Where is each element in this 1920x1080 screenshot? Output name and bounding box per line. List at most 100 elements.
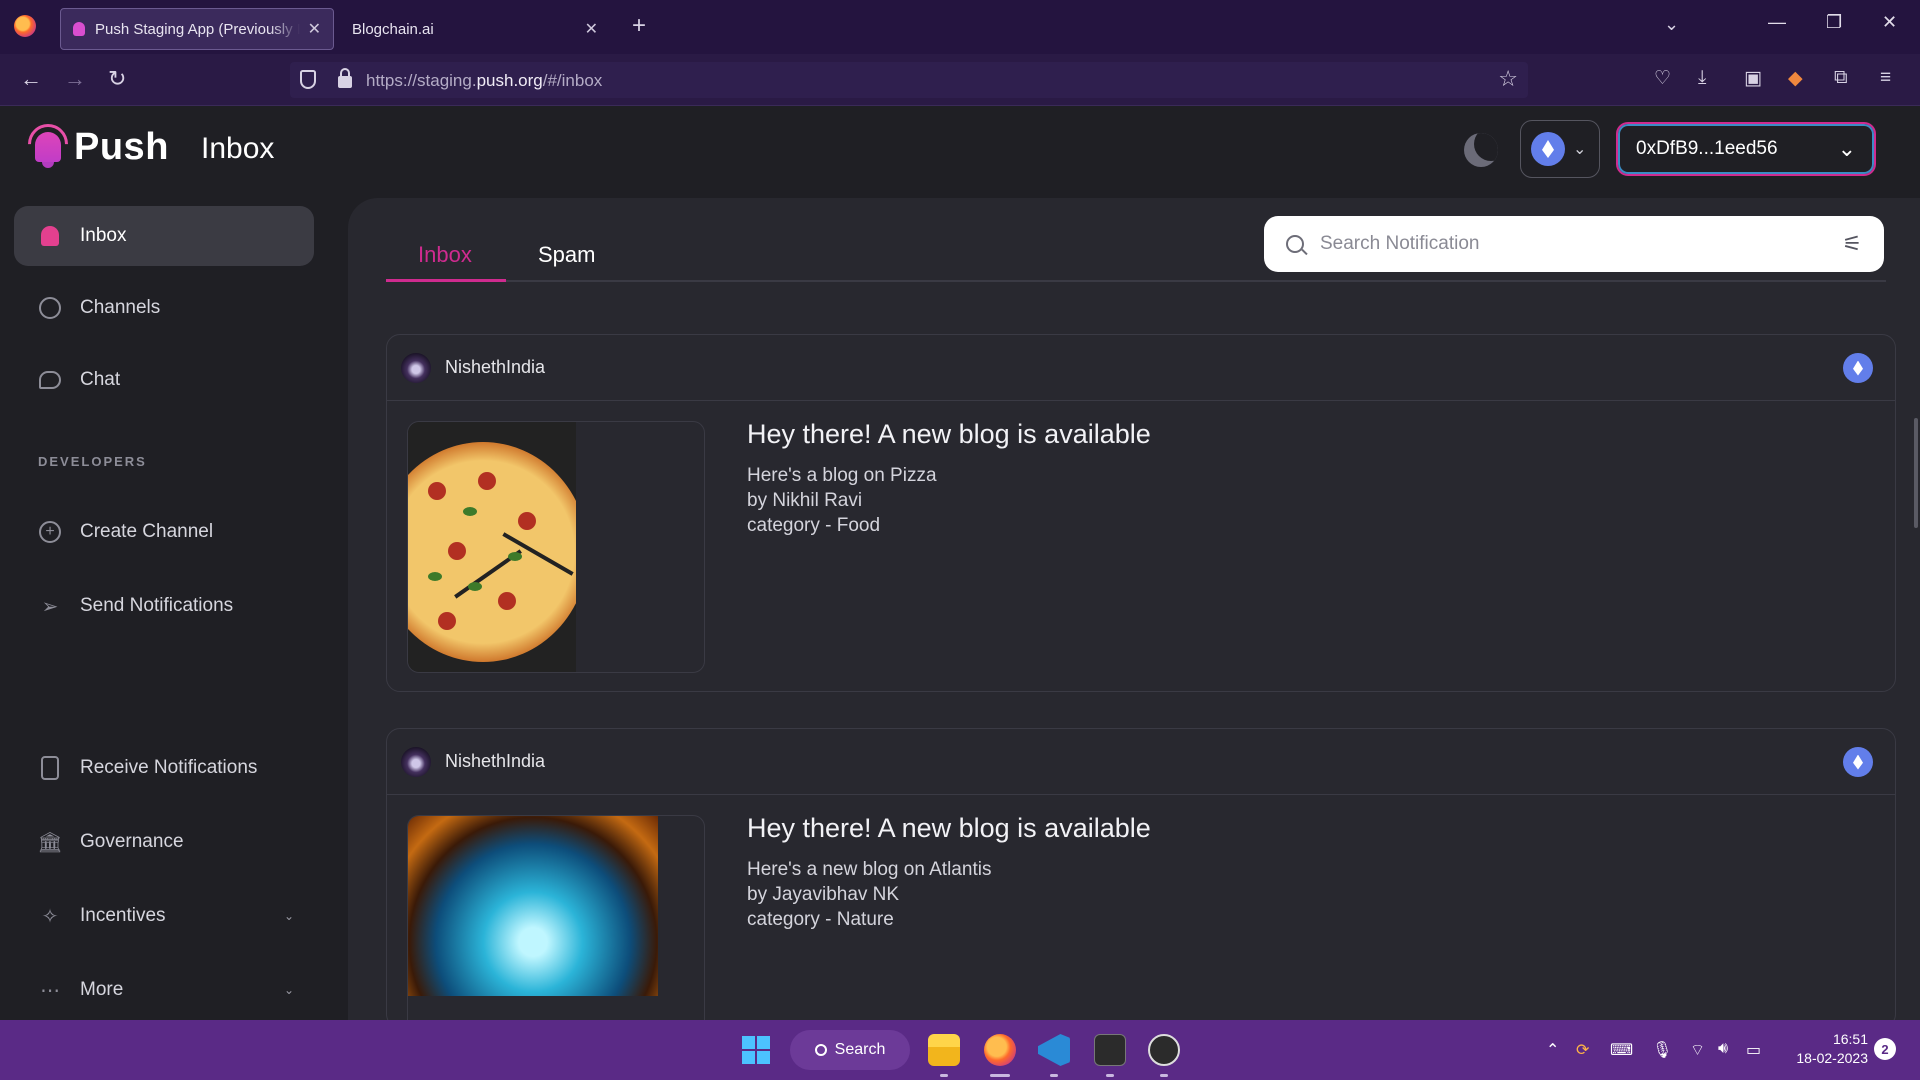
sidebar-item-incentives[interactable]: ✧ Incentives ⌄ <box>14 886 314 946</box>
sidebar-item-receive-notifications[interactable]: Receive Notifications <box>14 738 314 798</box>
notification-header: NishethIndia <box>387 335 1895 401</box>
channel-avatar[interactable] <box>401 352 431 383</box>
chevron-down-icon: ⌄ <box>1837 136 1856 161</box>
tab-title: Blogchain.ai <box>352 20 434 38</box>
firefox-menu-icon[interactable] <box>14 15 36 37</box>
notification-line: by Nikhil Ravi <box>747 490 863 511</box>
ethereum-icon <box>1843 353 1873 383</box>
sidebar-item-inbox[interactable]: Inbox <box>14 206 314 266</box>
new-tab-icon[interactable]: + <box>632 12 646 40</box>
running-indicator <box>940 1074 948 1077</box>
browser-tab-blogchain[interactable]: Blogchain.ai ✕ <box>340 8 610 50</box>
tab-label: Inbox <box>418 242 472 267</box>
tracking-shield-icon[interactable] <box>300 70 316 89</box>
notification-body: Hey there! A new blog is available Here'… <box>387 795 1895 1027</box>
filter-sliders-icon[interactable]: ⚟ <box>1842 231 1862 257</box>
pocket-icon[interactable]: ♡ <box>1654 67 1671 90</box>
sidebar-item-label: Chat <box>80 369 121 390</box>
notification-title: Hey there! A new blog is available <box>747 419 1151 449</box>
tab-spam[interactable]: Spam <box>538 242 595 282</box>
notification-message: Here's a blog on Pizza by Nikhil Ravi ca… <box>747 463 937 538</box>
push-logo[interactable]: Push <box>19 115 169 173</box>
chevron-down-icon[interactable]: ⌄ <box>284 983 294 997</box>
obs-icon[interactable] <box>1148 1034 1180 1066</box>
notification-line: Here's a blog on Pizza <box>747 465 937 486</box>
compass-icon <box>38 296 62 320</box>
scrollbar-thumb[interactable] <box>1914 418 1918 528</box>
notification-count-badge[interactable]: 2 <box>1874 1038 1896 1060</box>
sidebar-item-chat[interactable]: Chat <box>14 350 314 410</box>
sidebar-item-label: Governance <box>80 831 184 852</box>
browser-nav-bar: ← → ↻ https://staging.push.org/#/inbox ☆… <box>0 54 1920 106</box>
chevron-down-icon[interactable]: ⌄ <box>284 909 294 923</box>
dark-mode-toggle-icon[interactable] <box>1464 133 1498 167</box>
sidebar-item-label: More <box>80 979 124 1000</box>
sidebar-item-more[interactable]: ⋯ More ⌄ <box>14 960 314 1020</box>
chat-bubble-icon <box>38 368 62 392</box>
taskbar-search-label: Search <box>834 1041 886 1058</box>
taskbar-search-button[interactable]: Search <box>790 1030 910 1070</box>
page-title: Inbox <box>201 132 275 165</box>
back-icon[interactable]: ← <box>20 66 42 92</box>
url-bar[interactable]: https://staging.push.org/#/inbox ☆ <box>290 62 1528 98</box>
volume-icon[interactable]: 🔊︎ <box>1718 1040 1728 1058</box>
notification-line: category - Nature <box>747 909 894 930</box>
list-tabs-icon[interactable]: ⌄ <box>1664 14 1679 35</box>
hamburger-menu-icon[interactable]: ≡ <box>1880 67 1891 89</box>
wallet-address-button[interactable]: 0xDfB9...1eed56 ⌄ <box>1616 122 1876 176</box>
sparkle-icon: ✧ <box>41 905 59 928</box>
channel-name[interactable]: NishethIndia <box>445 357 545 378</box>
restore-icon[interactable]: ❐ <box>1826 12 1842 33</box>
tab-close-icon[interactable]: ✕ <box>308 19 321 39</box>
window-close-icon[interactable]: ✕ <box>1882 12 1897 33</box>
keyboard-icon[interactable]: ⌨ <box>1610 1040 1633 1060</box>
search-input[interactable]: Search Notification <box>1320 233 1842 255</box>
chain-selector-button[interactable]: ⌄ <box>1520 120 1600 178</box>
wifi-icon[interactable]: ⌔ <box>1690 1040 1705 1060</box>
browser-tab-push[interactable]: Push Staging App (Previously EP ✕ <box>60 8 334 50</box>
terminal-icon[interactable] <box>1094 1034 1126 1066</box>
tab-close-icon[interactable]: ✕ <box>585 19 598 39</box>
vscode-icon[interactable] <box>1038 1034 1070 1066</box>
notification-card: NishethIndia Hey there! A new blog is av… <box>386 334 1896 692</box>
sidebar-section-developers: DEVELOPERS <box>38 454 147 469</box>
notification-image-frame[interactable] <box>407 421 705 673</box>
metamask-icon[interactable]: ◆ <box>1788 67 1803 90</box>
sidebar-item-create-channel[interactable]: + Create Channel <box>14 502 314 562</box>
channel-name[interactable]: NishethIndia <box>445 751 545 772</box>
tab-inbox[interactable]: Inbox <box>418 242 472 282</box>
sidebar-item-label: Create Channel <box>80 521 214 542</box>
sidebar-item-channels[interactable]: Channels <box>14 278 314 338</box>
sidebar-item-send-notifications[interactable]: ➢ Send Notifications <box>14 576 314 636</box>
microphone-icon[interactable]: 🎙︎ <box>1652 1040 1672 1060</box>
windows-start-icon[interactable] <box>742 1036 770 1064</box>
active-tab-underline <box>386 279 506 282</box>
bookmark-star-icon[interactable]: ☆ <box>1498 66 1518 92</box>
forward-icon[interactable]: → <box>64 66 86 92</box>
search-notification-field[interactable]: Search Notification ⚟ <box>1264 216 1884 272</box>
firefox-icon[interactable] <box>984 1034 1016 1066</box>
extensions-puzzle-icon[interactable]: ⧉ <box>1834 67 1848 89</box>
minimize-icon[interactable]: — <box>1768 12 1786 33</box>
battery-icon[interactable]: ▭ <box>1746 1040 1761 1060</box>
clock[interactable]: 16:51 18-02-2023 <box>1788 1030 1868 1068</box>
url-text[interactable]: https://staging.push.org/#/inbox <box>366 71 602 91</box>
notification-image-frame[interactable] <box>407 815 705 1027</box>
lock-icon[interactable] <box>338 68 352 88</box>
sync-icon[interactable]: ⟳ <box>1576 1040 1589 1060</box>
bank-icon: 🏛︎ <box>37 831 63 854</box>
time: 16:51 <box>1832 1031 1868 1047</box>
push-bell-icon <box>19 115 77 173</box>
sidebar: Inbox Channels Chat DEVELOPERS + Create … <box>0 198 330 1020</box>
reload-icon[interactable]: ↻ <box>108 66 126 92</box>
notification-card: NishethIndia Hey there! A new blog is av… <box>386 728 1896 1028</box>
chevron-up-icon[interactable]: ⌃ <box>1546 1040 1559 1060</box>
sidebar-item-governance[interactable]: 🏛︎ Governance <box>14 812 314 872</box>
notification-title: Hey there! A new blog is available <box>747 813 1151 843</box>
extension-square-icon[interactable]: ▣ <box>1744 67 1762 90</box>
file-explorer-icon[interactable] <box>928 1034 960 1066</box>
downloads-icon[interactable]: ⤓ <box>1698 67 1706 89</box>
search-icon <box>1286 235 1304 253</box>
channel-avatar[interactable] <box>401 746 431 777</box>
send-icon: ➢ <box>41 595 59 618</box>
